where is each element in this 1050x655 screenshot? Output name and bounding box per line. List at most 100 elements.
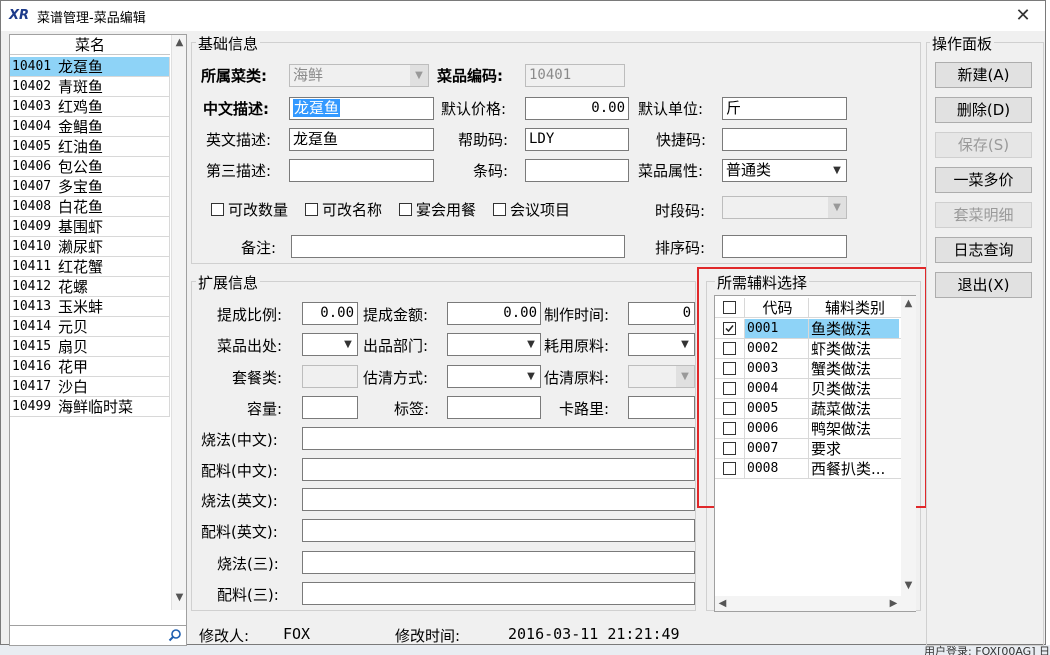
dish-list-item[interactable]: 10406 包公鱼 <box>10 157 170 177</box>
calorie-field[interactable] <box>628 396 695 419</box>
dish-list-scrollbar[interactable]: ▲ ▼ <box>171 35 186 610</box>
search-icon[interactable] <box>168 628 182 642</box>
scroll-up-icon[interactable]: ▲ <box>172 35 187 51</box>
aux-row[interactable]: 0007 要求 <box>715 439 901 459</box>
close-button[interactable]: ✕ <box>1009 5 1037 27</box>
capacity-field[interactable] <box>302 396 358 419</box>
cook-3-field[interactable] <box>302 551 695 574</box>
dish-list-item[interactable]: 10410 濑尿虾 <box>10 237 170 257</box>
dish-list-item[interactable]: 10403 红鸡鱼 <box>10 97 170 117</box>
cn-desc-field[interactable]: 龙趸鱼 <box>289 97 434 120</box>
commission-amount-field[interactable]: 0.00 <box>447 302 541 325</box>
dish-list-item[interactable]: 10408 白花鱼 <box>10 197 170 217</box>
scroll-down-icon[interactable]: ▼ <box>172 590 187 606</box>
aux-row[interactable]: 0004 贝类做法 <box>715 379 901 399</box>
chevron-down-icon[interactable]: ▼ <box>676 366 694 387</box>
period-select[interactable]: ▼ <box>722 196 847 219</box>
dish-list-item[interactable]: 10407 多宝鱼 <box>10 177 170 197</box>
save-button[interactable]: 保存(S) <box>935 132 1032 158</box>
select-all-checkbox[interactable] <box>723 301 736 314</box>
make-time-field[interactable]: 0 <box>628 302 695 325</box>
checkbox-icon[interactable] <box>211 203 224 216</box>
scroll-up-icon[interactable]: ▲ <box>901 296 916 312</box>
checkbox-icon[interactable] <box>723 342 736 355</box>
checkbox-icon[interactable] <box>399 203 412 216</box>
out-dept-select[interactable]: ▼ <box>447 333 541 356</box>
dish-list-item[interactable]: 10411 红花蟹 <box>10 257 170 277</box>
checked-checkbox-icon[interactable] <box>723 322 736 335</box>
help-code-field[interactable]: LDY <box>525 128 629 151</box>
aux-col-name[interactable]: 辅料类别 <box>809 298 899 317</box>
multi-price-button[interactable]: 一菜多价 <box>935 167 1032 193</box>
checkbox-icon[interactable] <box>723 462 736 475</box>
third-desc-field[interactable] <box>289 159 434 182</box>
checkbox-icon[interactable] <box>723 382 736 395</box>
checkbox-icon[interactable] <box>723 442 736 455</box>
checkbox-icon[interactable] <box>723 422 736 435</box>
aux-row[interactable]: 0008 西餐扒类... <box>715 459 901 479</box>
sort-field[interactable] <box>722 235 847 258</box>
chevron-down-icon[interactable]: ▼ <box>522 334 540 355</box>
set-detail-button[interactable]: 套菜明细 <box>935 202 1032 228</box>
chk-editable-name[interactable]: 可改名称 <box>305 199 382 220</box>
dish-list-item[interactable]: 10415 扇贝 <box>10 337 170 357</box>
aux-row[interactable]: 0003 蟹类做法 <box>715 359 901 379</box>
chk-banquet[interactable]: 宴会用餐 <box>399 199 476 220</box>
unit-field[interactable]: 斤 <box>722 97 847 120</box>
dish-list-item[interactable]: 10401 龙趸鱼 <box>10 57 170 77</box>
shortcut-field[interactable] <box>722 128 847 151</box>
barcode-field[interactable] <box>525 159 629 182</box>
dish-list-item[interactable]: 10414 元贝 <box>10 317 170 337</box>
estimate-material-select[interactable]: ▼ <box>628 365 695 388</box>
dish-list-item[interactable]: 10402 青斑鱼 <box>10 77 170 97</box>
checkbox-icon[interactable] <box>305 203 318 216</box>
set-field[interactable] <box>302 365 358 388</box>
material-select[interactable]: ▼ <box>628 333 695 356</box>
checkbox-icon[interactable] <box>493 203 506 216</box>
dish-search-input[interactable] <box>10 625 186 645</box>
dish-list-header[interactable]: 菜名 <box>10 35 170 55</box>
aux-row[interactable]: 0002 虾类做法 <box>715 339 901 359</box>
estimate-method-select[interactable]: ▼ <box>447 365 541 388</box>
checkbox-icon[interactable] <box>723 362 736 375</box>
aux-row[interactable]: 0001 鱼类做法 <box>715 319 901 339</box>
scroll-left-icon[interactable]: ◀ <box>715 596 730 612</box>
scroll-down-icon[interactable]: ▼ <box>901 578 916 594</box>
attr-select[interactable]: 普通类 ▼ <box>722 159 847 182</box>
chk-editable-qty[interactable]: 可改数量 <box>211 199 288 220</box>
chevron-down-icon[interactable]: ▼ <box>676 334 694 355</box>
price-field[interactable]: 0.00 <box>525 97 629 120</box>
delete-button[interactable]: 删除(D) <box>935 97 1032 123</box>
checkbox-icon[interactable] <box>723 402 736 415</box>
chevron-down-icon[interactable]: ▼ <box>410 65 428 86</box>
category-select[interactable]: 海鲜 ▼ <box>289 64 429 87</box>
dish-list-item[interactable]: 10405 红油鱼 <box>10 137 170 157</box>
aux-vscrollbar[interactable]: ▲ ▼ <box>901 296 916 611</box>
log-query-button[interactable]: 日志查询 <box>935 237 1032 263</box>
dish-code-field[interactable]: 10401 <box>525 64 625 87</box>
dish-list-item[interactable]: 10413 玉米蚌 <box>10 297 170 317</box>
dish-list-item[interactable]: 10404 金鲳鱼 <box>10 117 170 137</box>
new-button[interactable]: 新建(A) <box>935 62 1032 88</box>
aux-hscrollbar[interactable]: ◀ ▶ <box>715 596 901 611</box>
aux-row[interactable]: 0006 鸭架做法 <box>715 419 901 439</box>
cook-en-field[interactable] <box>302 488 695 511</box>
dish-list-item[interactable]: 10412 花螺 <box>10 277 170 297</box>
exit-button[interactable]: 退出(X) <box>935 272 1032 298</box>
chevron-down-icon[interactable]: ▼ <box>522 366 540 387</box>
scroll-right-icon[interactable]: ▶ <box>886 596 901 612</box>
chevron-down-icon[interactable]: ▼ <box>828 197 846 218</box>
en-desc-field[interactable]: 龙趸鱼 <box>289 128 434 151</box>
cook-cn-field[interactable] <box>302 427 695 450</box>
aux-col-code[interactable]: 代码 <box>745 298 809 317</box>
chk-meeting[interactable]: 会议项目 <box>493 199 570 220</box>
aux-row[interactable]: 0005 蔬菜做法 <box>715 399 901 419</box>
tag-field[interactable] <box>447 396 541 419</box>
note-field[interactable] <box>291 235 625 258</box>
dish-list-item[interactable]: 10499 海鲜临时菜 <box>10 397 170 417</box>
ingr-cn-field[interactable] <box>302 458 695 481</box>
dish-list-item[interactable]: 10417 沙白 <box>10 377 170 397</box>
dish-list-item[interactable]: 10416 花甲 <box>10 357 170 377</box>
chevron-down-icon[interactable]: ▼ <box>828 160 846 181</box>
ingr-en-field[interactable] <box>302 519 695 542</box>
